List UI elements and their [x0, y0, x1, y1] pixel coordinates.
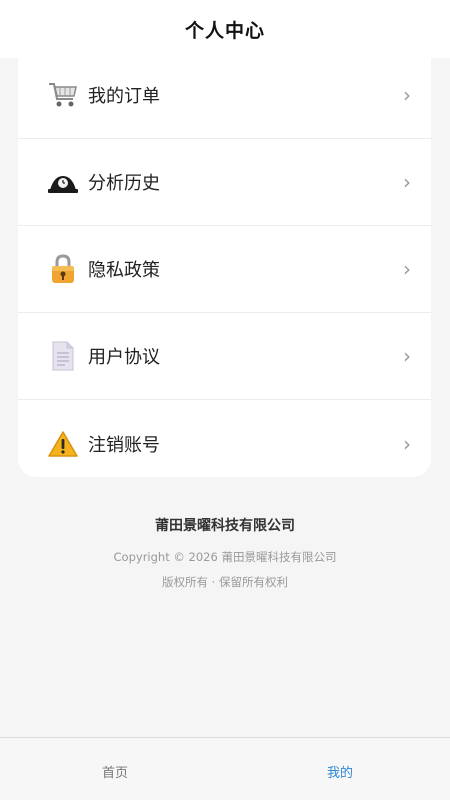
lock-icon [48, 254, 78, 284]
chevron-right-icon: › [403, 83, 411, 107]
tab-mine[interactable]: 我的 [327, 762, 353, 781]
copyright-text: Copyright © 2026 莆田景曜科技有限公司 [113, 550, 337, 564]
chevron-right-icon: › [403, 257, 411, 281]
shopping-cart-icon [48, 80, 78, 110]
header: 个人中心 [0, 0, 450, 58]
rights-text: 版权所有 · 保留所有权利 [162, 575, 288, 589]
chevron-right-icon: › [403, 431, 411, 456]
company-name: 莆田景曜科技有限公司 [155, 518, 295, 534]
warning-icon [48, 429, 78, 459]
menu-item-delete-account[interactable]: 注销账号 › [18, 400, 431, 477]
chevron-right-icon: › [403, 170, 411, 194]
document-icon [48, 341, 78, 371]
footer: 莆田景曜科技有限公司 Copyright © 2026 莆田景曜科技有限公司 版… [0, 515, 450, 590]
menu-card: 我的订单 › 分析历史 › 隐私政策 › 用户协议 › 注销账号 › [18, 52, 431, 477]
history-icon [48, 167, 78, 197]
menu-item-analysis-history[interactable]: 分析历史 › [18, 139, 431, 226]
chevron-right-icon: › [403, 344, 411, 368]
menu-label-user-agreement: 用户协议 [88, 347, 160, 368]
menu-label-my-orders: 我的订单 [88, 86, 160, 107]
menu-label-privacy-policy: 隐私政策 [88, 260, 160, 281]
menu-label-delete-account: 注销账号 [88, 434, 160, 456]
menu-item-privacy-policy[interactable]: 隐私政策 › [18, 226, 431, 313]
menu-item-my-orders[interactable]: 我的订单 › [18, 52, 431, 139]
page-title: 个人中心 [184, 19, 265, 42]
menu-label-analysis-history: 分析历史 [88, 173, 160, 194]
tab-home[interactable]: 首页 [102, 762, 128, 781]
tab-bar: 首页 我的 [0, 737, 450, 800]
menu-item-user-agreement[interactable]: 用户协议 › [18, 313, 431, 400]
